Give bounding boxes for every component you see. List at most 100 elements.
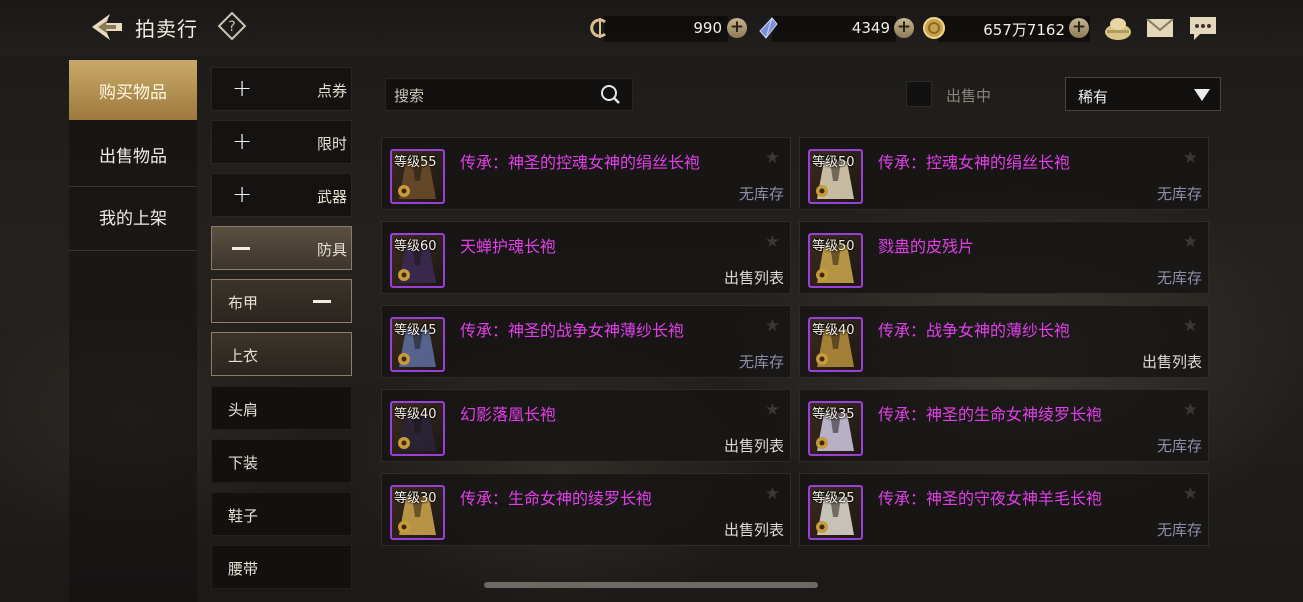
nav-divider: [69, 250, 197, 251]
item-stock-status: 出售列表: [723, 269, 784, 287]
item-level: 等级50: [812, 155, 855, 170]
favorite-star-icon[interactable]: ★: [1183, 484, 1198, 504]
item-thumbnail: 等级55: [390, 149, 445, 204]
currency-crystal-value: 4349: [851, 19, 890, 37]
category-coupon[interactable]: + 点券: [211, 67, 352, 111]
search-input[interactable]: [392, 83, 596, 109]
item-card[interactable]: 等级35 传承：神圣的生命女神绫罗长袍 ★ 无库存: [799, 389, 1209, 462]
subcategory-label: 布甲: [228, 294, 259, 312]
dropdown-arrow-icon: [1194, 89, 1210, 101]
item-name: 戮蛊的皮残片: [878, 237, 975, 256]
category-armor[interactable]: 防具: [211, 226, 352, 270]
subcategory-label: 下装: [228, 454, 259, 472]
coin-bag-icon: [1105, 18, 1131, 40]
item-card[interactable]: 等级25 传承：神圣的守夜女神羊毛长袍 ★ 无库存: [799, 473, 1209, 546]
collapse-minus-icon: [232, 247, 250, 250]
collapse-minus-icon: [313, 300, 331, 303]
item-level: 等级40: [394, 407, 437, 422]
item-card[interactable]: 等级60 天蝉护魂长袍 ★ 出售列表: [381, 221, 791, 294]
item-thumbnail: 等级25: [808, 485, 863, 540]
favorite-star-icon[interactable]: ★: [1183, 232, 1198, 252]
item-level: 等级45: [394, 323, 437, 338]
item-name: 传承：生命女神的绫罗长袍: [460, 489, 653, 508]
subcategory-shoulder[interactable]: 头肩: [211, 386, 352, 430]
item-stock-status: 无库存: [1156, 185, 1202, 203]
crystal-icon: [756, 16, 780, 40]
item-name: 幻影落凰长袍: [460, 405, 557, 424]
add-c-currency-button[interactable]: +: [727, 18, 747, 38]
item-thumbnail: 等级30: [390, 485, 445, 540]
item-name: 传承：神圣的战争女神薄纱长袍: [460, 321, 685, 340]
item-level: 等级40: [812, 323, 855, 338]
category-weapon[interactable]: + 武器: [211, 173, 352, 217]
subcategory-top[interactable]: 上衣: [211, 332, 352, 376]
horizontal-scrollbar[interactable]: [484, 582, 818, 588]
item-card[interactable]: 等级50 戮蛊的皮残片 ★ 无库存: [799, 221, 1209, 294]
item-thumbnail: 等级50: [808, 233, 863, 288]
item-card[interactable]: 等级40 传承：战争女神的薄纱长袍 ★ 出售列表: [799, 305, 1209, 378]
category-label: 点券: [316, 82, 347, 100]
item-card[interactable]: 等级50 传承：控魂女神的绢丝长袍 ★ 无库存: [799, 137, 1209, 210]
favorite-star-icon[interactable]: ★: [765, 400, 780, 420]
on-sale-label: 出售中: [946, 87, 992, 105]
gold-coin-icon: [922, 16, 946, 40]
category-limited[interactable]: + 限时: [211, 120, 352, 164]
item-stock-status: 出售列表: [723, 437, 784, 455]
mail-button[interactable]: [1145, 14, 1175, 42]
nav-buy-label: 购买物品: [99, 82, 167, 103]
add-gold-button[interactable]: +: [1069, 18, 1089, 38]
subcategory-cloth[interactable]: 布甲: [211, 279, 352, 323]
item-level: 等级30: [394, 491, 437, 506]
chat-icon: [1190, 17, 1216, 40]
rarity-value: 稀有: [1078, 88, 1109, 106]
nav-listings-label: 我的上架: [99, 208, 167, 229]
favorite-star-icon[interactable]: ★: [765, 484, 780, 504]
favorite-star-icon[interactable]: ★: [765, 316, 780, 336]
item-stock-status: 无库存: [1156, 437, 1202, 455]
back-arrow-icon: [92, 14, 122, 40]
help-button[interactable]: ?: [217, 11, 247, 41]
subcategory-label: 头肩: [228, 401, 259, 419]
item-thumbnail: 等级60: [390, 233, 445, 288]
nav-sell-items[interactable]: 出售物品: [69, 124, 197, 184]
item-card[interactable]: 等级30 传承：生命女神的绫罗长袍 ★ 出售列表: [381, 473, 791, 546]
item-level: 等级55: [394, 155, 437, 170]
item-name: 传承：神圣的守夜女神羊毛长袍: [878, 489, 1103, 508]
item-card[interactable]: 等级45 传承：神圣的战争女神薄纱长袍 ★ 无库存: [381, 305, 791, 378]
svg-text:?: ?: [228, 19, 235, 35]
rarity-dropdown[interactable]: 稀有: [1065, 77, 1221, 111]
favorite-star-icon[interactable]: ★: [1183, 316, 1198, 336]
favorite-star-icon[interactable]: ★: [765, 232, 780, 252]
item-stock-status: 无库存: [1156, 521, 1202, 539]
chat-button[interactable]: [1188, 14, 1218, 42]
nav-buy-items[interactable]: 购买物品: [69, 60, 197, 120]
favorite-star-icon[interactable]: ★: [1183, 400, 1198, 420]
item-card[interactable]: 等级40 幻影落凰长袍 ★ 出售列表: [381, 389, 791, 462]
favorite-star-icon[interactable]: ★: [765, 148, 780, 168]
favorite-star-icon[interactable]: ★: [1183, 148, 1198, 168]
item-stock-status: 无库存: [1156, 269, 1202, 287]
item-stock-status: 出售列表: [1141, 353, 1202, 371]
currency-gold-value: 657万7162: [983, 21, 1065, 39]
on-sale-checkbox[interactable]: [906, 81, 932, 107]
add-crystal-button[interactable]: +: [894, 18, 914, 38]
subcategory-belt[interactable]: 腰带: [211, 545, 352, 589]
question-diamond-icon: ?: [217, 11, 247, 41]
item-thumbnail: 等级50: [808, 149, 863, 204]
coin-bag-button[interactable]: [1103, 14, 1133, 42]
top-bar: 拍卖行 ? 990 + 4349 + 657万7162 +: [0, 0, 1303, 56]
subcategory-pants[interactable]: 下装: [211, 439, 352, 483]
subcategory-label: 上衣: [228, 347, 259, 365]
expand-plus-icon: +: [232, 180, 253, 208]
search-icon[interactable]: [600, 84, 622, 106]
item-thumbnail: 等级45: [390, 317, 445, 372]
item-card[interactable]: 等级55 传承：神圣的控魂女神的绢丝长袍 ★ 无库存: [381, 137, 791, 210]
back-button[interactable]: [88, 10, 124, 44]
subcategory-shoes[interactable]: 鞋子: [211, 492, 352, 536]
nav-my-listings[interactable]: 我的上架: [69, 186, 197, 246]
item-name: 传承：神圣的生命女神绫罗长袍: [878, 405, 1103, 424]
item-name: 传承：控魂女神的绢丝长袍: [878, 153, 1071, 172]
category-label: 限时: [316, 135, 347, 153]
item-level: 等级35: [812, 407, 855, 422]
category-label: 武器: [316, 188, 347, 206]
